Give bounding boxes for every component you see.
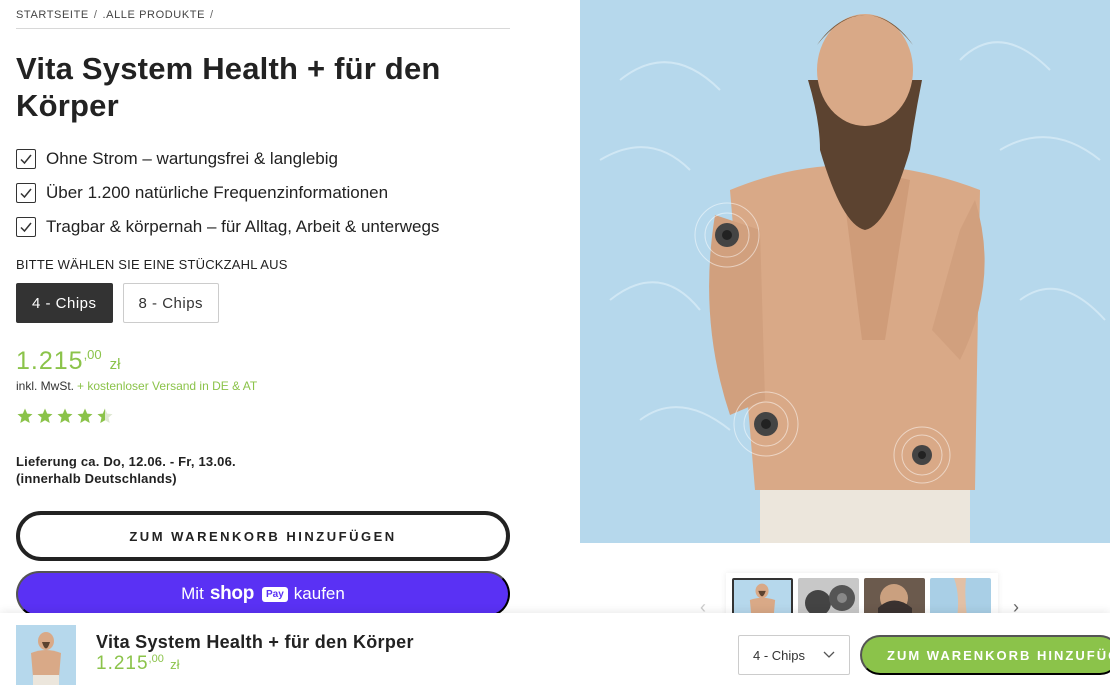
breadcrumb-all-products-link[interactable]: .ALLE PRODUKTE bbox=[102, 9, 205, 21]
sticky-price-currency: zł bbox=[170, 657, 180, 672]
rating-stars[interactable] bbox=[16, 407, 114, 425]
delivery-region: (innerhalb Deutschlands) bbox=[16, 471, 177, 486]
product-title: Vita System Health + für den Körper bbox=[16, 51, 441, 123]
sticky-price-main: 1.215 bbox=[96, 653, 149, 674]
sticky-quantity-select[interactable]: 4 - Chips bbox=[738, 635, 850, 675]
sticky-product-thumbnail bbox=[16, 625, 76, 685]
sticky-product-title: Vita System Health + für den Körper bbox=[96, 632, 414, 652]
checkmark-icon bbox=[16, 149, 36, 169]
product-hero-image[interactable] bbox=[580, 0, 1110, 543]
feature-list: Ohne Strom – wartungsfrei & langlebig Üb… bbox=[16, 142, 439, 244]
feature-item: Über 1.200 natürliche Frequenzinformatio… bbox=[16, 176, 439, 210]
breadcrumb: STARTSEITE / .ALLE PRODUKTE / bbox=[16, 9, 219, 21]
add-to-cart-button[interactable]: ZUM WARENKORB HINZUFÜGEN bbox=[16, 511, 510, 561]
chevron-down-icon bbox=[823, 651, 835, 658]
tax-note: inkl. MwSt. + kostenloser Versand in DE &… bbox=[16, 379, 257, 393]
breadcrumb-separator: / bbox=[93, 9, 98, 21]
half-star-icon bbox=[97, 408, 113, 423]
price-main: 1.215 bbox=[16, 347, 84, 375]
shoppay-logo: shop bbox=[209, 583, 254, 604]
breadcrumb-home-link[interactable]: STARTSEITE bbox=[16, 9, 89, 21]
quantity-label: BITTE WÄHLEN SIE EINE STÜCKZAHL AUS bbox=[16, 257, 288, 272]
shoppay-suffix: kaufen bbox=[293, 584, 345, 603]
shoppay-prefix: Mit bbox=[181, 584, 204, 603]
shop-pay-button[interactable]: Mit shop Pay kaufen bbox=[16, 571, 510, 617]
sticky-add-to-cart-bar: Vita System Health + für den Körper 1.21… bbox=[0, 613, 1110, 695]
checkmark-icon bbox=[16, 217, 36, 237]
star-icon bbox=[37, 408, 53, 423]
feature-text: Tragbar & körpernah – für Alltag, Arbeit… bbox=[46, 217, 440, 236]
star-icon bbox=[17, 408, 33, 423]
product-price: 1.215,00 zł bbox=[16, 347, 120, 376]
quantity-option-4-chips[interactable]: 4 - Chips bbox=[16, 283, 113, 323]
sticky-price-cents: ,00 bbox=[148, 653, 164, 665]
delivery-estimate: Lieferung ca. Do, 12.06. - Fr, 13.06. (i… bbox=[16, 453, 236, 487]
checkmark-icon bbox=[16, 183, 36, 203]
breadcrumb-separator: / bbox=[210, 9, 214, 21]
sticky-product-price: 1.215,00 zł bbox=[96, 653, 180, 675]
price-currency: zł bbox=[109, 356, 121, 373]
shipping-note: + kostenloser Versand in DE & AT bbox=[77, 379, 258, 393]
sticky-select-value: 4 - Chips bbox=[753, 647, 806, 663]
shoppay-badge: Pay bbox=[262, 586, 288, 602]
star-icon bbox=[77, 408, 93, 423]
feature-item: Tragbar & körpernah – für Alltag, Arbeit… bbox=[16, 210, 439, 244]
quantity-options: 4 - Chips 8 - Chips bbox=[16, 283, 220, 323]
sticky-add-to-cart-button[interactable]: ZUM WARENKORB HINZUFÜGEN bbox=[860, 635, 1110, 675]
delivery-date: Lieferung ca. Do, 12.06. - Fr, 13.06. bbox=[16, 454, 236, 469]
feature-text: Ohne Strom – wartungsfrei & langlebig bbox=[46, 149, 338, 168]
star-icon bbox=[57, 408, 73, 423]
quantity-option-8-chips[interactable]: 8 - Chips bbox=[122, 283, 220, 323]
price-cents: ,00 bbox=[83, 347, 102, 362]
feature-item: Ohne Strom – wartungsfrei & langlebig bbox=[16, 142, 439, 176]
breadcrumb-divider bbox=[16, 28, 510, 29]
tax-text: inkl. MwSt. bbox=[16, 379, 75, 393]
feature-text: Über 1.200 natürliche Frequenzinformatio… bbox=[46, 183, 389, 202]
